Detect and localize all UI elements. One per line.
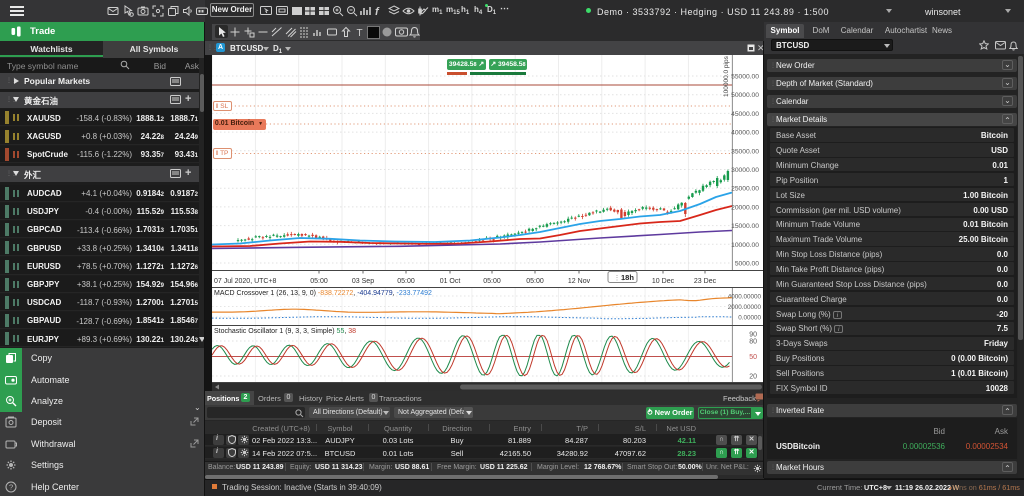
svg-text:f: f xyxy=(375,6,380,17)
svg-text:15000.00: 15000.00 xyxy=(731,223,759,230)
svg-text:30000.00: 30000.00 xyxy=(731,167,759,174)
svg-text:07 Jul 2020, UTC+8: 07 Jul 2020, UTC+8 xyxy=(214,278,277,285)
svg-text:100000.0 pips: 100000.0 pips xyxy=(723,55,730,97)
svg-text:05:00: 05:00 xyxy=(526,278,544,285)
svg-text:12 Nov: 12 Nov xyxy=(568,278,591,285)
svg-text:10000.00: 10000.00 xyxy=(731,242,759,249)
svg-text:05:00: 05:00 xyxy=(310,278,328,285)
svg-text:MACD Crossover 1 (26, 13, 9, 0: MACD Crossover 1 (26, 13, 9, 0) -838.722… xyxy=(214,290,432,297)
svg-text:5000.00: 5000.00 xyxy=(735,261,759,268)
svg-text:35000.00: 35000.00 xyxy=(731,148,759,155)
svg-text:4000.00000: 4000.00000 xyxy=(728,294,762,301)
svg-text:0.00000: 0.00000 xyxy=(738,315,761,322)
svg-text:20000.00: 20000.00 xyxy=(731,204,759,211)
svg-text:23 Dec: 23 Dec xyxy=(694,278,717,285)
svg-text:03 Sep: 03 Sep xyxy=(352,278,374,285)
svg-text:Stochastic Oscillator 1 (9, 3,: Stochastic Oscillator 1 (9, 3, 3, Simple… xyxy=(214,328,356,335)
svg-text:01 Oct: 01 Oct xyxy=(440,278,461,285)
svg-text:18h: 18h xyxy=(621,273,634,282)
svg-text:55000.00: 55000.00 xyxy=(731,74,759,81)
svg-text:2000.00000: 2000.00000 xyxy=(728,304,762,311)
svg-text:?: ? xyxy=(9,482,13,491)
svg-text:20: 20 xyxy=(749,374,757,381)
svg-text:05:00: 05:00 xyxy=(483,278,501,285)
svg-text:50: 50 xyxy=(749,354,757,361)
svg-text:25000.00: 25000.00 xyxy=(731,186,759,193)
svg-text:T: T xyxy=(356,28,362,38)
svg-text:90: 90 xyxy=(749,332,757,339)
svg-text:05:00: 05:00 xyxy=(397,278,415,285)
svg-text:80: 80 xyxy=(749,339,757,346)
svg-text:10 Dec: 10 Dec xyxy=(652,278,675,285)
svg-text:50000.00: 50000.00 xyxy=(731,92,759,99)
svg-text:45000.00: 45000.00 xyxy=(731,111,759,118)
svg-text:40000.00: 40000.00 xyxy=(731,130,759,137)
